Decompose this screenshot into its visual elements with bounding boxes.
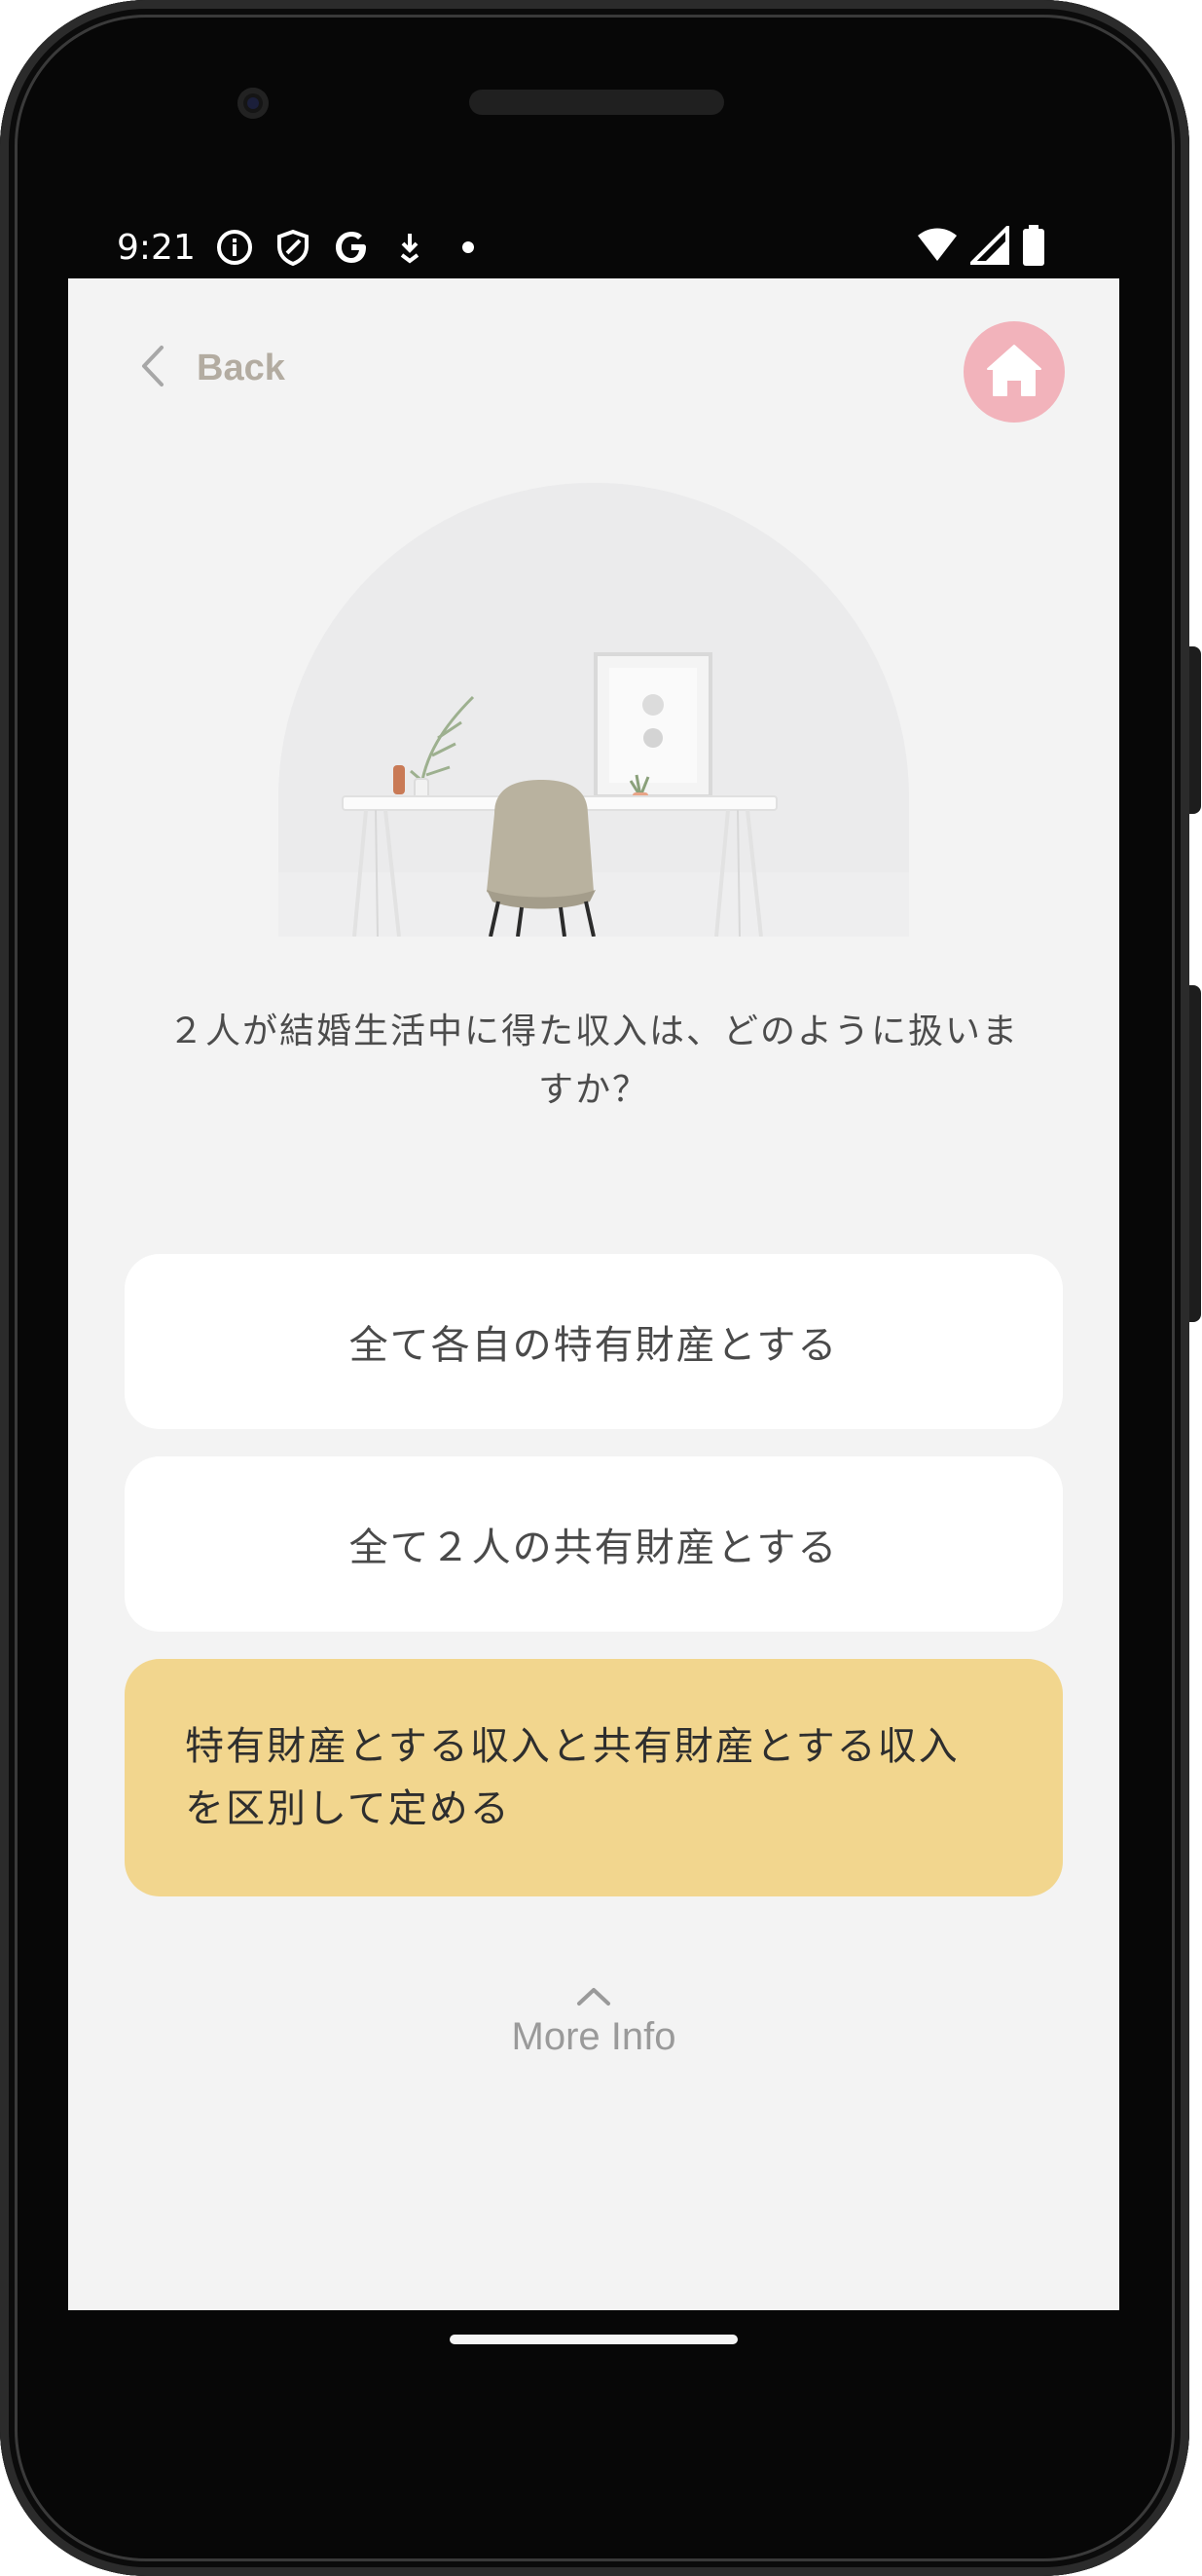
more-info-label: More Info <box>511 2015 676 2058</box>
earpiece-speaker <box>469 90 724 115</box>
home-icon <box>985 343 1043 401</box>
home-button[interactable] <box>964 321 1065 423</box>
chevron-left-icon <box>138 344 167 392</box>
back-label: Back <box>197 347 285 388</box>
wifi-icon <box>916 226 959 269</box>
option-label: 全て２人の共有財産とする <box>348 1526 839 1570</box>
app-screen: Back ２人が結婚生活中に得た収入は、どのように扱いますか？ 全て各自の特有財… <box>68 278 1119 2310</box>
back-button[interactable]: Back <box>138 339 285 397</box>
option-label: 特有財産とする収入と共有財産とする収入を区別して定める <box>185 1724 960 1831</box>
shield-icon <box>272 226 314 269</box>
google-icon <box>330 226 373 269</box>
chevron-up-icon <box>574 1988 613 2011</box>
option-all-separate[interactable]: 全て各自の特有財産とする <box>125 1254 1063 1429</box>
status-bar: 9:21 <box>68 220 1046 275</box>
status-time: 9:21 <box>117 227 196 268</box>
option-label: 全て各自の特有財産とする <box>348 1323 839 1368</box>
power-button <box>1189 646 1201 814</box>
signal-icon <box>967 223 1009 269</box>
info-icon <box>213 226 256 269</box>
hero-illustration <box>278 483 909 937</box>
battery-icon <box>1021 225 1046 270</box>
option-distinguish-selected[interactable]: 特有財産とする収入と共有財産とする収入を区別して定める <box>125 1659 1063 1896</box>
question-text: ２人が結婚生活中に得た収入は、どのように扱いますか？ <box>167 1012 1019 1110</box>
desk-chair-illustration <box>278 483 909 937</box>
volume-button <box>1189 985 1201 1322</box>
status-right-icons <box>916 223 1046 270</box>
home-indicator[interactable] <box>450 2335 738 2344</box>
download-icon <box>388 226 431 269</box>
option-all-shared[interactable]: 全て２人の共有財産とする <box>125 1456 1063 1632</box>
more-info-button[interactable]: More Info <box>448 1984 740 2059</box>
dot-icon <box>447 226 490 269</box>
phone-frame: 9:21 Back ２人が結婚生活中に得た収入は、どのように扱いますか？ 全て各… <box>0 0 1201 2576</box>
front-camera <box>237 88 269 119</box>
